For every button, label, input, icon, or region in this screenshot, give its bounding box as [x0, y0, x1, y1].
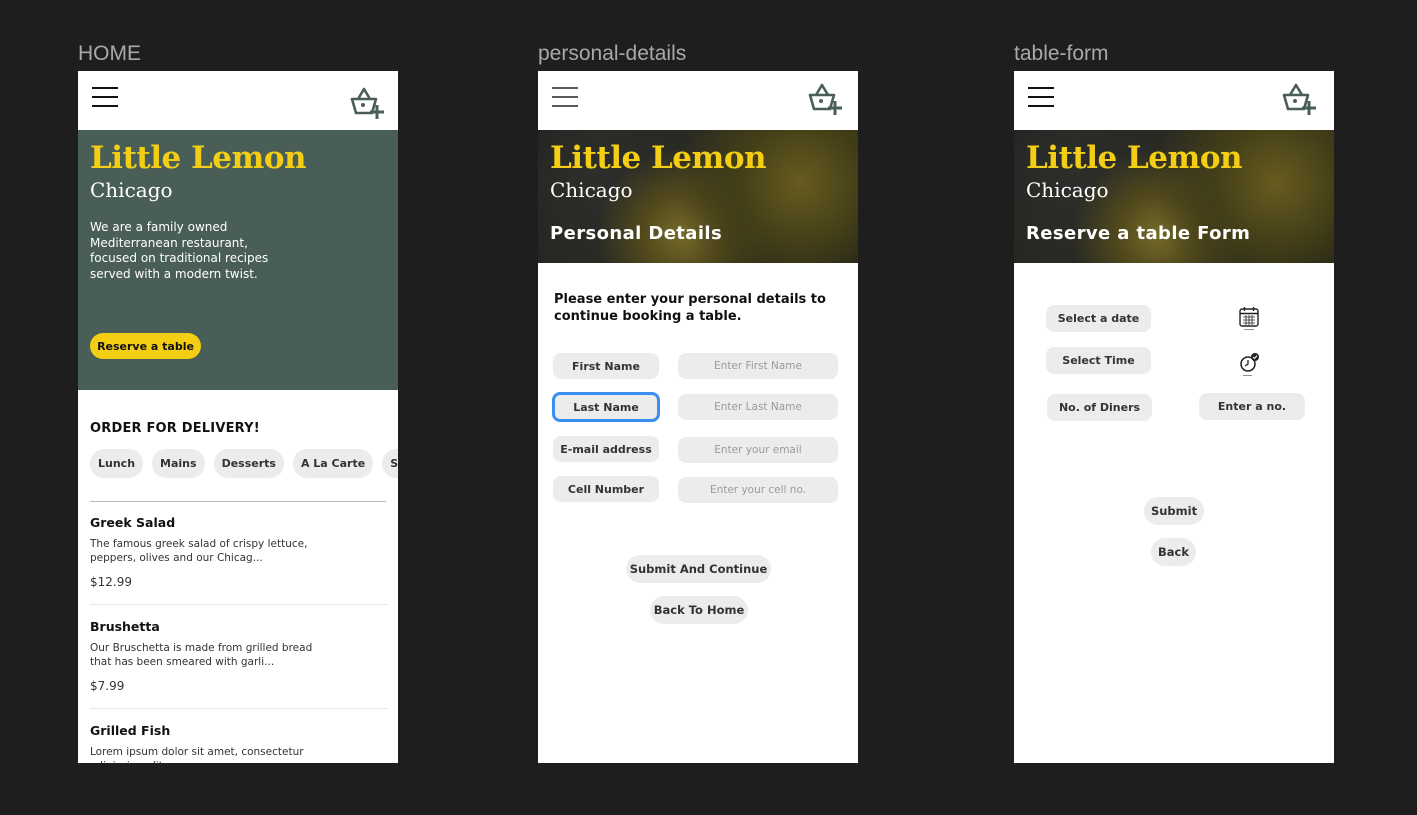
- menu-item[interactable]: Greek Salad The famous greek salad of cr…: [90, 515, 386, 589]
- basket-add-icon[interactable]: [804, 79, 844, 119]
- hamburger-menu-icon[interactable]: [552, 87, 578, 107]
- hamburger-menu-icon[interactable]: [1028, 87, 1054, 107]
- frame-label-table-form: table-form: [1014, 42, 1109, 65]
- section-title: Personal Details: [550, 223, 723, 244]
- menu-item-description: Lorem ipsum dolor sit amet, consectetur …: [90, 746, 304, 763]
- menu-item[interactable]: Brushetta Our Bruschetta is made from gr…: [90, 619, 386, 693]
- table-form-frame: Little Lemon Chicago Reserve a table For…: [1014, 71, 1334, 763]
- restaurant-title: Little Lemon: [1026, 140, 1243, 176]
- hero-banner: Little Lemon Chicago We are a family own…: [78, 130, 398, 390]
- first-name-input[interactable]: Enter First Name: [678, 353, 838, 379]
- hamburger-menu-icon[interactable]: [92, 87, 118, 107]
- menu-item-price: $7.99: [90, 679, 125, 693]
- basket-add-icon[interactable]: [346, 83, 386, 123]
- restaurant-city: Chicago: [90, 178, 173, 202]
- restaurant-description: We are a family owned Mediterranean rest…: [90, 220, 269, 281]
- chip-mains[interactable]: Mains: [152, 449, 205, 478]
- diners-label: No. of Diners: [1047, 394, 1152, 421]
- email-label: E-mail address: [553, 436, 659, 462]
- email-input[interactable]: Enter your email: [678, 437, 838, 463]
- menu-item-name: Grilled Fish: [90, 723, 171, 738]
- chip-specials[interactable]: Specials: [382, 449, 398, 478]
- submit-button[interactable]: Submit: [1144, 497, 1204, 525]
- instruction-text: Please enter your personal details to co…: [554, 292, 826, 324]
- first-name-label: First Name: [553, 353, 659, 379]
- home-frame: Little Lemon Chicago We are a family own…: [78, 71, 398, 763]
- reserve-table-button[interactable]: Reserve a table: [90, 333, 201, 359]
- last-name-label: Last Name: [552, 392, 660, 422]
- personal-details-frame: Little Lemon Chicago Personal Details Pl…: [538, 71, 858, 763]
- last-name-input[interactable]: Enter Last Name: [678, 394, 838, 420]
- section-title: Reserve a table Form: [1026, 223, 1251, 244]
- item-separator: [90, 708, 388, 709]
- menu-item[interactable]: Grilled Fish Lorem ipsum dolor sit amet,…: [90, 723, 386, 763]
- frame-label-home: HOME: [78, 42, 141, 65]
- item-separator: [90, 604, 388, 605]
- divider: [90, 501, 386, 502]
- top-bar: [1014, 71, 1334, 130]
- back-button[interactable]: Back: [1151, 538, 1196, 566]
- back-to-home-button[interactable]: Back To Home: [650, 596, 748, 624]
- menu-item-description: The famous greek salad of crispy lettuce…: [90, 538, 308, 564]
- restaurant-city: Chicago: [550, 178, 633, 202]
- frame-label-personal-details: personal-details: [538, 42, 687, 65]
- top-bar: [538, 71, 858, 130]
- menu-item-price: $12.99: [90, 575, 132, 589]
- order-delivery-title: ORDER FOR DELIVERY!: [90, 421, 260, 436]
- diners-input[interactable]: Enter a no.: [1199, 393, 1305, 420]
- select-time-button[interactable]: Select Time: [1046, 347, 1151, 374]
- menu-item-description: Our Bruschetta is made from grilled brea…: [90, 642, 313, 668]
- basket-add-icon[interactable]: [1278, 79, 1318, 119]
- chip-lunch[interactable]: Lunch: [90, 449, 144, 478]
- chip-desserts[interactable]: Desserts: [213, 449, 284, 478]
- restaurant-city: Chicago: [1026, 178, 1109, 202]
- category-chips: Lunch Mains Desserts A La Carte Specials: [90, 449, 398, 478]
- menu-item-name: Greek Salad: [90, 515, 176, 530]
- restaurant-title: Little Lemon: [550, 140, 767, 176]
- top-bar: [78, 71, 398, 130]
- restaurant-title: Little Lemon: [90, 140, 307, 176]
- chip-a-la-carte[interactable]: A La Carte: [292, 449, 374, 478]
- hero-banner: Little Lemon Chicago Reserve a table For…: [1014, 130, 1334, 263]
- cell-number-label: Cell Number: [553, 476, 659, 502]
- calendar-icon[interactable]: [1238, 305, 1260, 331]
- cell-number-input[interactable]: Enter your cell no.: [678, 477, 838, 503]
- select-date-button[interactable]: Select a date: [1046, 305, 1151, 332]
- menu-item-name: Brushetta: [90, 619, 160, 634]
- submit-continue-button[interactable]: Submit And Continue: [626, 555, 771, 583]
- hero-banner: Little Lemon Chicago Personal Details: [538, 130, 858, 263]
- clock-check-icon[interactable]: [1238, 351, 1260, 377]
